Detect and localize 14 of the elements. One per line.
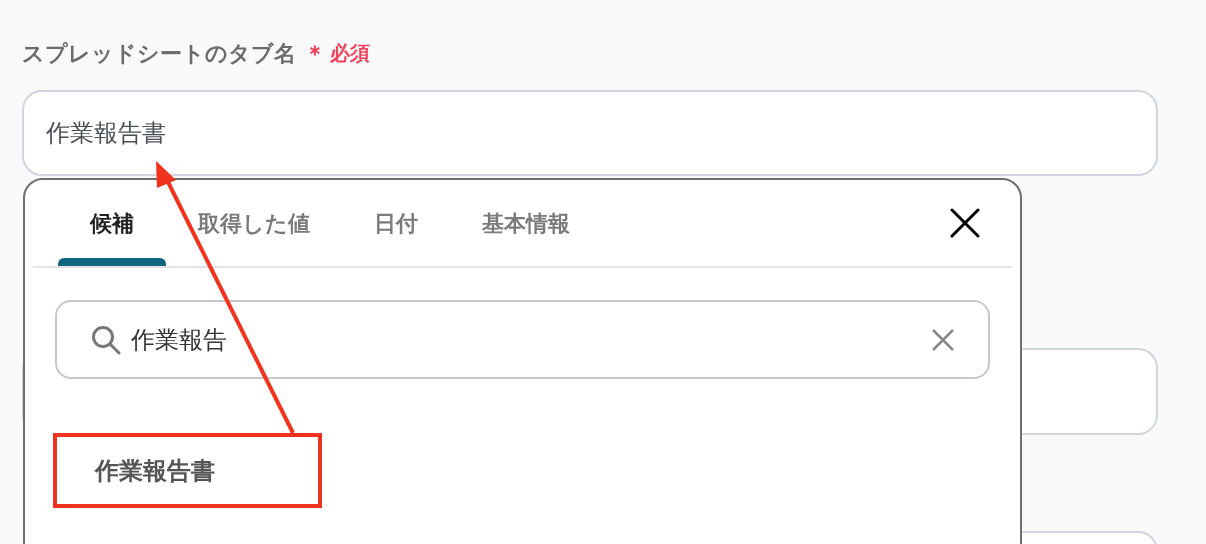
required-label: 必須 xyxy=(330,41,370,66)
close-button[interactable] xyxy=(948,206,982,240)
close-icon xyxy=(950,208,980,238)
tab[interactable]: 取得した値 xyxy=(166,180,342,266)
required-mark: ＊ xyxy=(304,39,326,68)
tab[interactable]: 基本情報 xyxy=(450,180,602,266)
clear-icon[interactable] xyxy=(932,328,954,351)
tab[interactable]: 候補 xyxy=(58,180,166,266)
search-field[interactable]: 作業報告 xyxy=(55,300,990,379)
field-label: スプレッドシートのタブ名 xyxy=(22,39,296,68)
result-item[interactable]: 作業報告書 xyxy=(95,453,1020,489)
tab[interactable]: 日付 xyxy=(342,180,450,266)
search-icon xyxy=(91,324,121,355)
input-field[interactable]: 作業報告書 xyxy=(22,90,1158,176)
